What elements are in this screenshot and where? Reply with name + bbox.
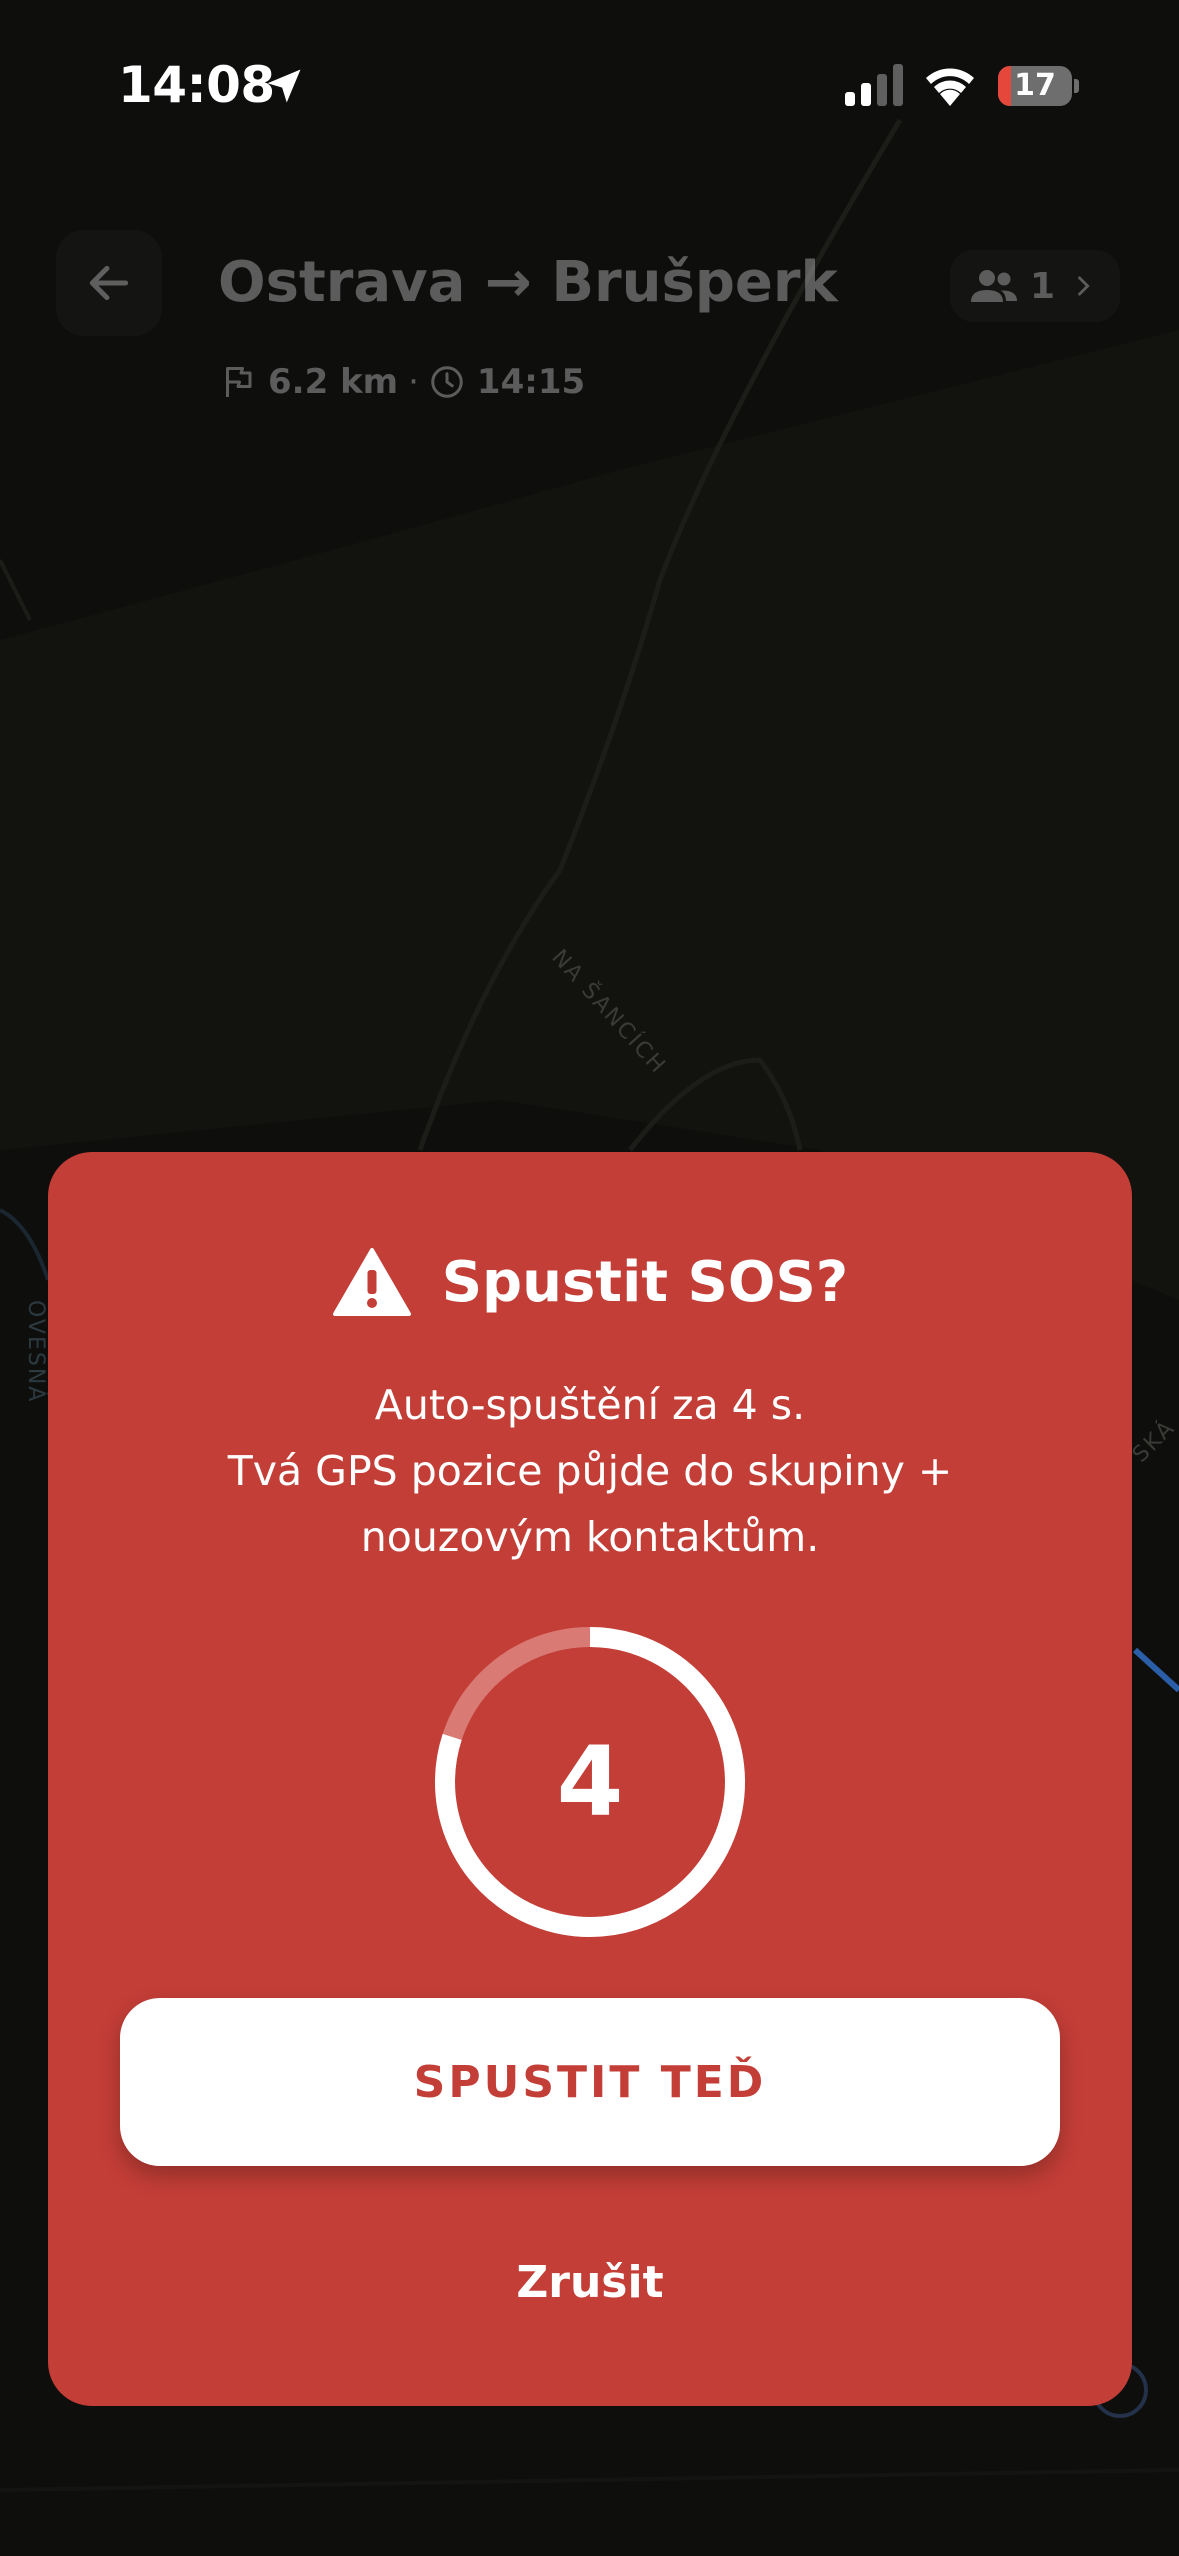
- sos-description: Auto-spuštění za 4 s. Tvá GPS pozice půj…: [88, 1372, 1092, 1570]
- launch-sos-now-button[interactable]: SPUSTIT TEĎ: [120, 1998, 1060, 2166]
- back-button[interactable]: [56, 230, 162, 336]
- route-distance: 6.2 km: [268, 362, 399, 402]
- sos-title-row: Spustit SOS?: [48, 1237, 1132, 1327]
- battery-icon: 17: [998, 66, 1079, 106]
- people-icon: [971, 270, 1017, 302]
- sos-dialog: Spustit SOS? Auto-spuštění za 4 s. Tvá G…: [48, 1152, 1132, 2406]
- group-members-button[interactable]: 1: [950, 250, 1120, 322]
- sos-description-line: Auto-spuštění za 4 s.: [374, 1381, 806, 1429]
- route-header: Ostrava → Brušperk 6.2 km · 14:15 1: [0, 230, 1179, 430]
- status-time: 14:08: [118, 56, 275, 114]
- flag-icon: [226, 367, 252, 397]
- clock-icon: [431, 366, 463, 398]
- countdown-number: 4: [556, 1726, 624, 1838]
- status-bar: 14:08 17: [0, 0, 1179, 170]
- wifi-icon: [926, 68, 974, 106]
- battery-level: 17: [1014, 68, 1056, 103]
- route-meta: 6.2 km · 14:15: [220, 360, 585, 404]
- warning-triangle-icon: [332, 1248, 411, 1316]
- cancel-button[interactable]: Zrušit: [390, 2232, 790, 2332]
- street-label-ovesna: OVESNÁ: [23, 1300, 48, 1404]
- countdown-ring: 4: [433, 1625, 747, 1939]
- cellular-signal-icon: [845, 64, 903, 106]
- arrow-left-icon: [89, 265, 129, 301]
- route-title: Ostrava → Brušperk: [218, 250, 838, 315]
- chevron-right-icon: [1078, 276, 1090, 296]
- location-arrow-icon: [267, 69, 301, 103]
- sos-title: Spustit SOS?: [441, 1249, 849, 1315]
- meta-separator: ·: [408, 362, 419, 402]
- sos-description-line: Tvá GPS pozice půjde do skupiny +: [227, 1447, 953, 1495]
- group-count: 1: [1030, 265, 1056, 307]
- sos-description-line: nouzovým kontaktům.: [360, 1513, 820, 1561]
- route-eta: 14:15: [476, 362, 586, 402]
